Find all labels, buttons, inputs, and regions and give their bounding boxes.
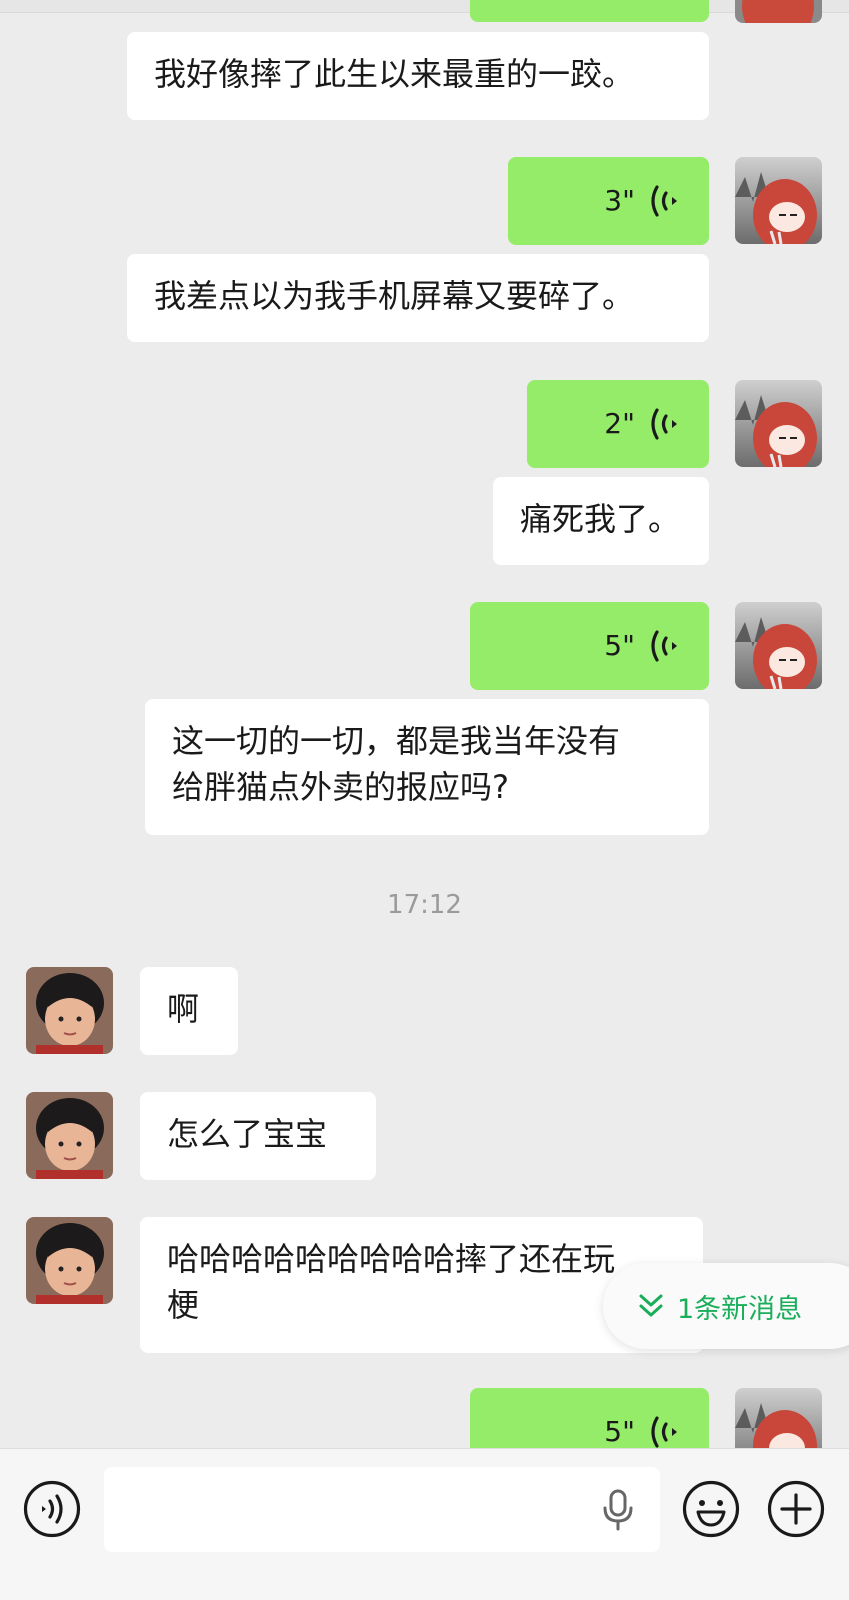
- voice-message-partial[interactable]: [470, 0, 709, 22]
- message-text: 我好像摔了此生以来最重的一跤。: [154, 55, 635, 93]
- self-avatar[interactable]: [735, 380, 822, 467]
- chat-timestamp: 17:12: [387, 890, 462, 920]
- emoji-icon: [682, 1480, 740, 1538]
- message-input[interactable]: [104, 1467, 660, 1552]
- voice-message-sent[interactable]: 5": [470, 602, 709, 690]
- voice-mode-icon: [23, 1480, 81, 1538]
- message-bubble-received[interactable]: 啊: [140, 967, 238, 1055]
- chat-input-bar: [0, 1448, 849, 1600]
- voice-duration: 2": [604, 407, 635, 440]
- microphone-icon[interactable]: [600, 1488, 636, 1532]
- message-line: 给胖猫点外卖的报应吗?: [172, 768, 509, 806]
- message-bubble-sent[interactable]: 我差点以为我手机屏幕又要碎了。: [127, 254, 709, 342]
- message-bubble-received[interactable]: 怎么了宝宝: [140, 1092, 376, 1180]
- message-line: 哈哈哈哈哈哈哈哈哈摔了还在玩: [167, 1240, 616, 1278]
- voice-wave-icon: [651, 185, 677, 217]
- plus-icon: [767, 1480, 825, 1538]
- self-avatar[interactable]: [735, 602, 822, 689]
- contact-avatar[interactable]: [26, 1217, 113, 1304]
- new-message-button[interactable]: 1条新消息: [603, 1263, 849, 1349]
- message-text: 怎么了宝宝: [167, 1115, 328, 1153]
- message-bubble-sent[interactable]: 痛死我了。: [493, 477, 709, 565]
- voice-duration: 5": [604, 629, 635, 662]
- voice-message-sent[interactable]: 3": [508, 157, 709, 245]
- chat-screen: 我好像摔了此生以来最重的一跤。 3" 我差点以为我手机屏幕又要碎了。 2" 痛死…: [0, 0, 849, 1600]
- message-bubble-sent[interactable]: 我好像摔了此生以来最重的一跤。: [127, 32, 709, 120]
- message-bubble-sent[interactable]: 这一切的一切，都是我当年没有 给胖猫点外卖的报应吗?: [145, 699, 709, 835]
- new-message-label: 1条新消息: [677, 1293, 803, 1325]
- message-text: 痛死我了。: [520, 500, 681, 538]
- self-avatar[interactable]: [735, 0, 822, 23]
- contact-avatar[interactable]: [26, 1092, 113, 1179]
- voice-message-sent[interactable]: 2": [527, 380, 709, 468]
- message-line: 这一切的一切，都是我当年没有: [172, 722, 621, 760]
- message-text: 啊: [167, 990, 200, 1028]
- double-chevron-down-icon: [639, 1294, 663, 1317]
- emoji-button[interactable]: [681, 1479, 741, 1539]
- more-functions-button[interactable]: [766, 1479, 826, 1539]
- contact-avatar[interactable]: [26, 967, 113, 1054]
- voice-mode-button[interactable]: [22, 1479, 82, 1539]
- voice-wave-icon: [651, 1416, 677, 1448]
- self-avatar[interactable]: [735, 157, 822, 244]
- message-line: 梗: [167, 1286, 200, 1324]
- message-text: 我差点以为我手机屏幕又要碎了。: [154, 277, 635, 315]
- voice-wave-icon: [651, 630, 677, 662]
- top-divider: [0, 0, 849, 13]
- voice-duration: 3": [604, 184, 635, 217]
- voice-wave-icon: [651, 408, 677, 440]
